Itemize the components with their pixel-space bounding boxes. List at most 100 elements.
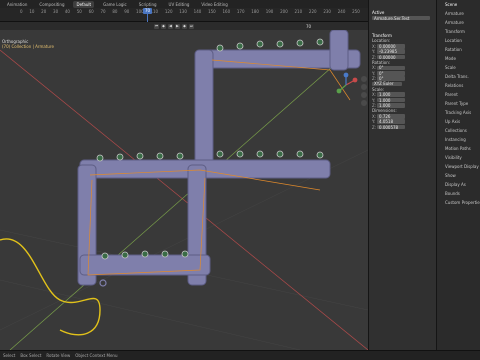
floor-grid xyxy=(0,149,368,350)
section-label: Bounds xyxy=(445,191,460,196)
tab-game-logic[interactable]: Game Logic xyxy=(100,1,130,8)
dimensions-y-field[interactable]: 4.0518 xyxy=(377,119,405,124)
pan-icon[interactable] xyxy=(361,84,367,90)
status-hint: Select xyxy=(3,353,16,358)
prev-key-icon[interactable]: ◆ xyxy=(161,23,166,29)
status-hint: Object Context Menu xyxy=(75,353,118,358)
axis-gizmo-icon xyxy=(336,72,358,94)
timeline[interactable]: 0 10 20 30 40 50 60 70 80 90 100 110 120… xyxy=(0,8,368,22)
status-hint: Rotate View xyxy=(46,353,71,358)
grid-icon[interactable] xyxy=(361,100,367,106)
scale-x-field[interactable]: 1.000 xyxy=(377,92,405,97)
sidebar-n-panel: Active Armature.Ser.Test Transform Locat… xyxy=(368,0,436,360)
section-label: Display As xyxy=(445,182,466,187)
section-label: Scale xyxy=(445,65,456,70)
section-label[interactable]: Collections xyxy=(437,126,480,135)
section-label[interactable]: Visibility xyxy=(437,153,480,162)
scale-z-field[interactable]: 1.000 xyxy=(377,103,405,108)
tick-label: 0 xyxy=(20,9,23,14)
viewport-nav-buttons xyxy=(361,74,367,108)
tick-label: 70 xyxy=(100,9,106,14)
dimensions-z-field[interactable]: 0.000578 xyxy=(377,125,405,130)
section-label: Location xyxy=(445,38,462,43)
tab-default[interactable]: Default xyxy=(73,0,95,8)
tick-label: 30 xyxy=(53,9,59,14)
3d-viewport[interactable]: Orthographic (70) Collection | Armature xyxy=(0,30,368,350)
camera-icon[interactable] xyxy=(361,92,367,98)
tab-animation[interactable]: Animation xyxy=(4,1,30,8)
tick-label: 130 xyxy=(179,9,187,14)
tab-scripting[interactable]: Scripting xyxy=(136,1,160,8)
jump-end-icon[interactable]: ⏭ xyxy=(189,23,194,29)
tab-video-editing[interactable]: Video Editing xyxy=(198,1,230,8)
section-label: Rotation xyxy=(445,47,462,52)
dimensions-z-row: Z: 0.000578 xyxy=(369,124,436,130)
section-label[interactable]: Viewport Display xyxy=(437,162,480,171)
tick-label: 80 xyxy=(112,9,118,14)
viewport-hud: Orthographic (70) Collection | Armature xyxy=(2,39,54,49)
ring-handle xyxy=(99,279,107,287)
dimensions-x-field[interactable]: 0.726 xyxy=(377,114,405,119)
jump-start-icon[interactable]: ⏮ xyxy=(154,23,159,29)
section-label: Mode xyxy=(445,56,456,61)
section-label[interactable]: Relations xyxy=(437,81,480,90)
tick-label: 200 xyxy=(280,9,288,14)
y-axis-line xyxy=(9,59,341,350)
tick-label: 190 xyxy=(265,9,274,14)
tick-label: 60 xyxy=(88,9,94,14)
section-label[interactable]: Motion Paths xyxy=(437,144,480,153)
tick-label: 150 xyxy=(208,9,216,14)
properties-editor: Scene Armature Armature Transform Locati… xyxy=(436,0,480,360)
sub-name-field[interactable]: Armature xyxy=(437,18,480,27)
location-z-field[interactable]: 0.00000 xyxy=(377,55,405,60)
workspace-tabs: Animation Compositing Default Game Logic… xyxy=(0,0,368,8)
rotation-mode-dropdown[interactable]: XYZ Euler xyxy=(372,81,402,86)
status-bar: Select Box Select Rotate View Object Con… xyxy=(0,350,480,360)
section-label[interactable]: Delta Trans. xyxy=(437,72,480,81)
x-axis-line xyxy=(0,49,368,350)
tick-label: 140 xyxy=(193,9,202,14)
tick-label: 210 xyxy=(294,9,303,14)
playhead-line xyxy=(147,14,148,22)
zoom-icon[interactable] xyxy=(361,76,367,82)
viewport-scene xyxy=(0,30,368,350)
section-label: Show xyxy=(445,173,456,178)
tick-label: 240 xyxy=(337,9,346,14)
play-icon[interactable]: ▶ xyxy=(175,23,180,29)
next-key-icon[interactable]: ◆ xyxy=(182,23,187,29)
current-frame-field[interactable]: 70 xyxy=(306,24,311,29)
rotation-x-field[interactable]: 0° xyxy=(377,65,405,70)
tick-label: 250 xyxy=(352,9,360,14)
scale-y-field[interactable]: 1.000 xyxy=(377,98,405,103)
play-reverse-icon[interactable]: ◀ xyxy=(168,23,173,29)
location-y-field[interactable]: -0.23985 xyxy=(377,49,405,54)
active-object-field[interactable]: Armature.Ser.Test xyxy=(372,16,430,21)
rotation-y-field[interactable]: 0° xyxy=(377,71,405,76)
location-x-field[interactable]: 0.00000 xyxy=(377,44,405,49)
section-label[interactable]: Instancing xyxy=(437,135,480,144)
section-label: Parent Type xyxy=(445,101,469,106)
object-name-field[interactable]: Armature xyxy=(437,9,480,18)
section-label[interactable]: Transform xyxy=(437,27,480,36)
section-label: Up Axis xyxy=(445,119,461,124)
tick-label: 20 xyxy=(41,9,47,14)
section-label[interactable]: Custom Properties xyxy=(437,198,480,207)
timeline-ruler: 0 10 20 30 40 50 60 70 80 90 100 110 120… xyxy=(20,9,360,14)
status-hint: Box Select xyxy=(20,353,42,358)
tab-compositing[interactable]: Compositing xyxy=(36,1,67,8)
tick-label: 120 xyxy=(164,9,173,14)
tick-label: 180 xyxy=(251,9,259,14)
collection-label: (70) Collection | Armature xyxy=(2,44,54,49)
section-label: Tracking Axis xyxy=(445,110,472,115)
properties-header: Scene xyxy=(445,2,458,7)
rotation-z-field[interactable]: 0° xyxy=(377,76,405,81)
tick-label: 170 xyxy=(236,9,245,14)
tick-label: 10 xyxy=(29,9,35,14)
tab-uv-editing[interactable]: UV Editing xyxy=(166,1,193,8)
tick-label: 160 xyxy=(222,9,231,14)
navigation-gizmo[interactable] xyxy=(333,72,359,98)
playback-controls: ⏮ ◆ ◀ ▶ ◆ ⏭ 70 xyxy=(0,22,368,30)
tick-label: 220 xyxy=(308,9,317,14)
tick-label: 40 xyxy=(64,9,70,14)
tick-label: 50 xyxy=(76,9,82,14)
